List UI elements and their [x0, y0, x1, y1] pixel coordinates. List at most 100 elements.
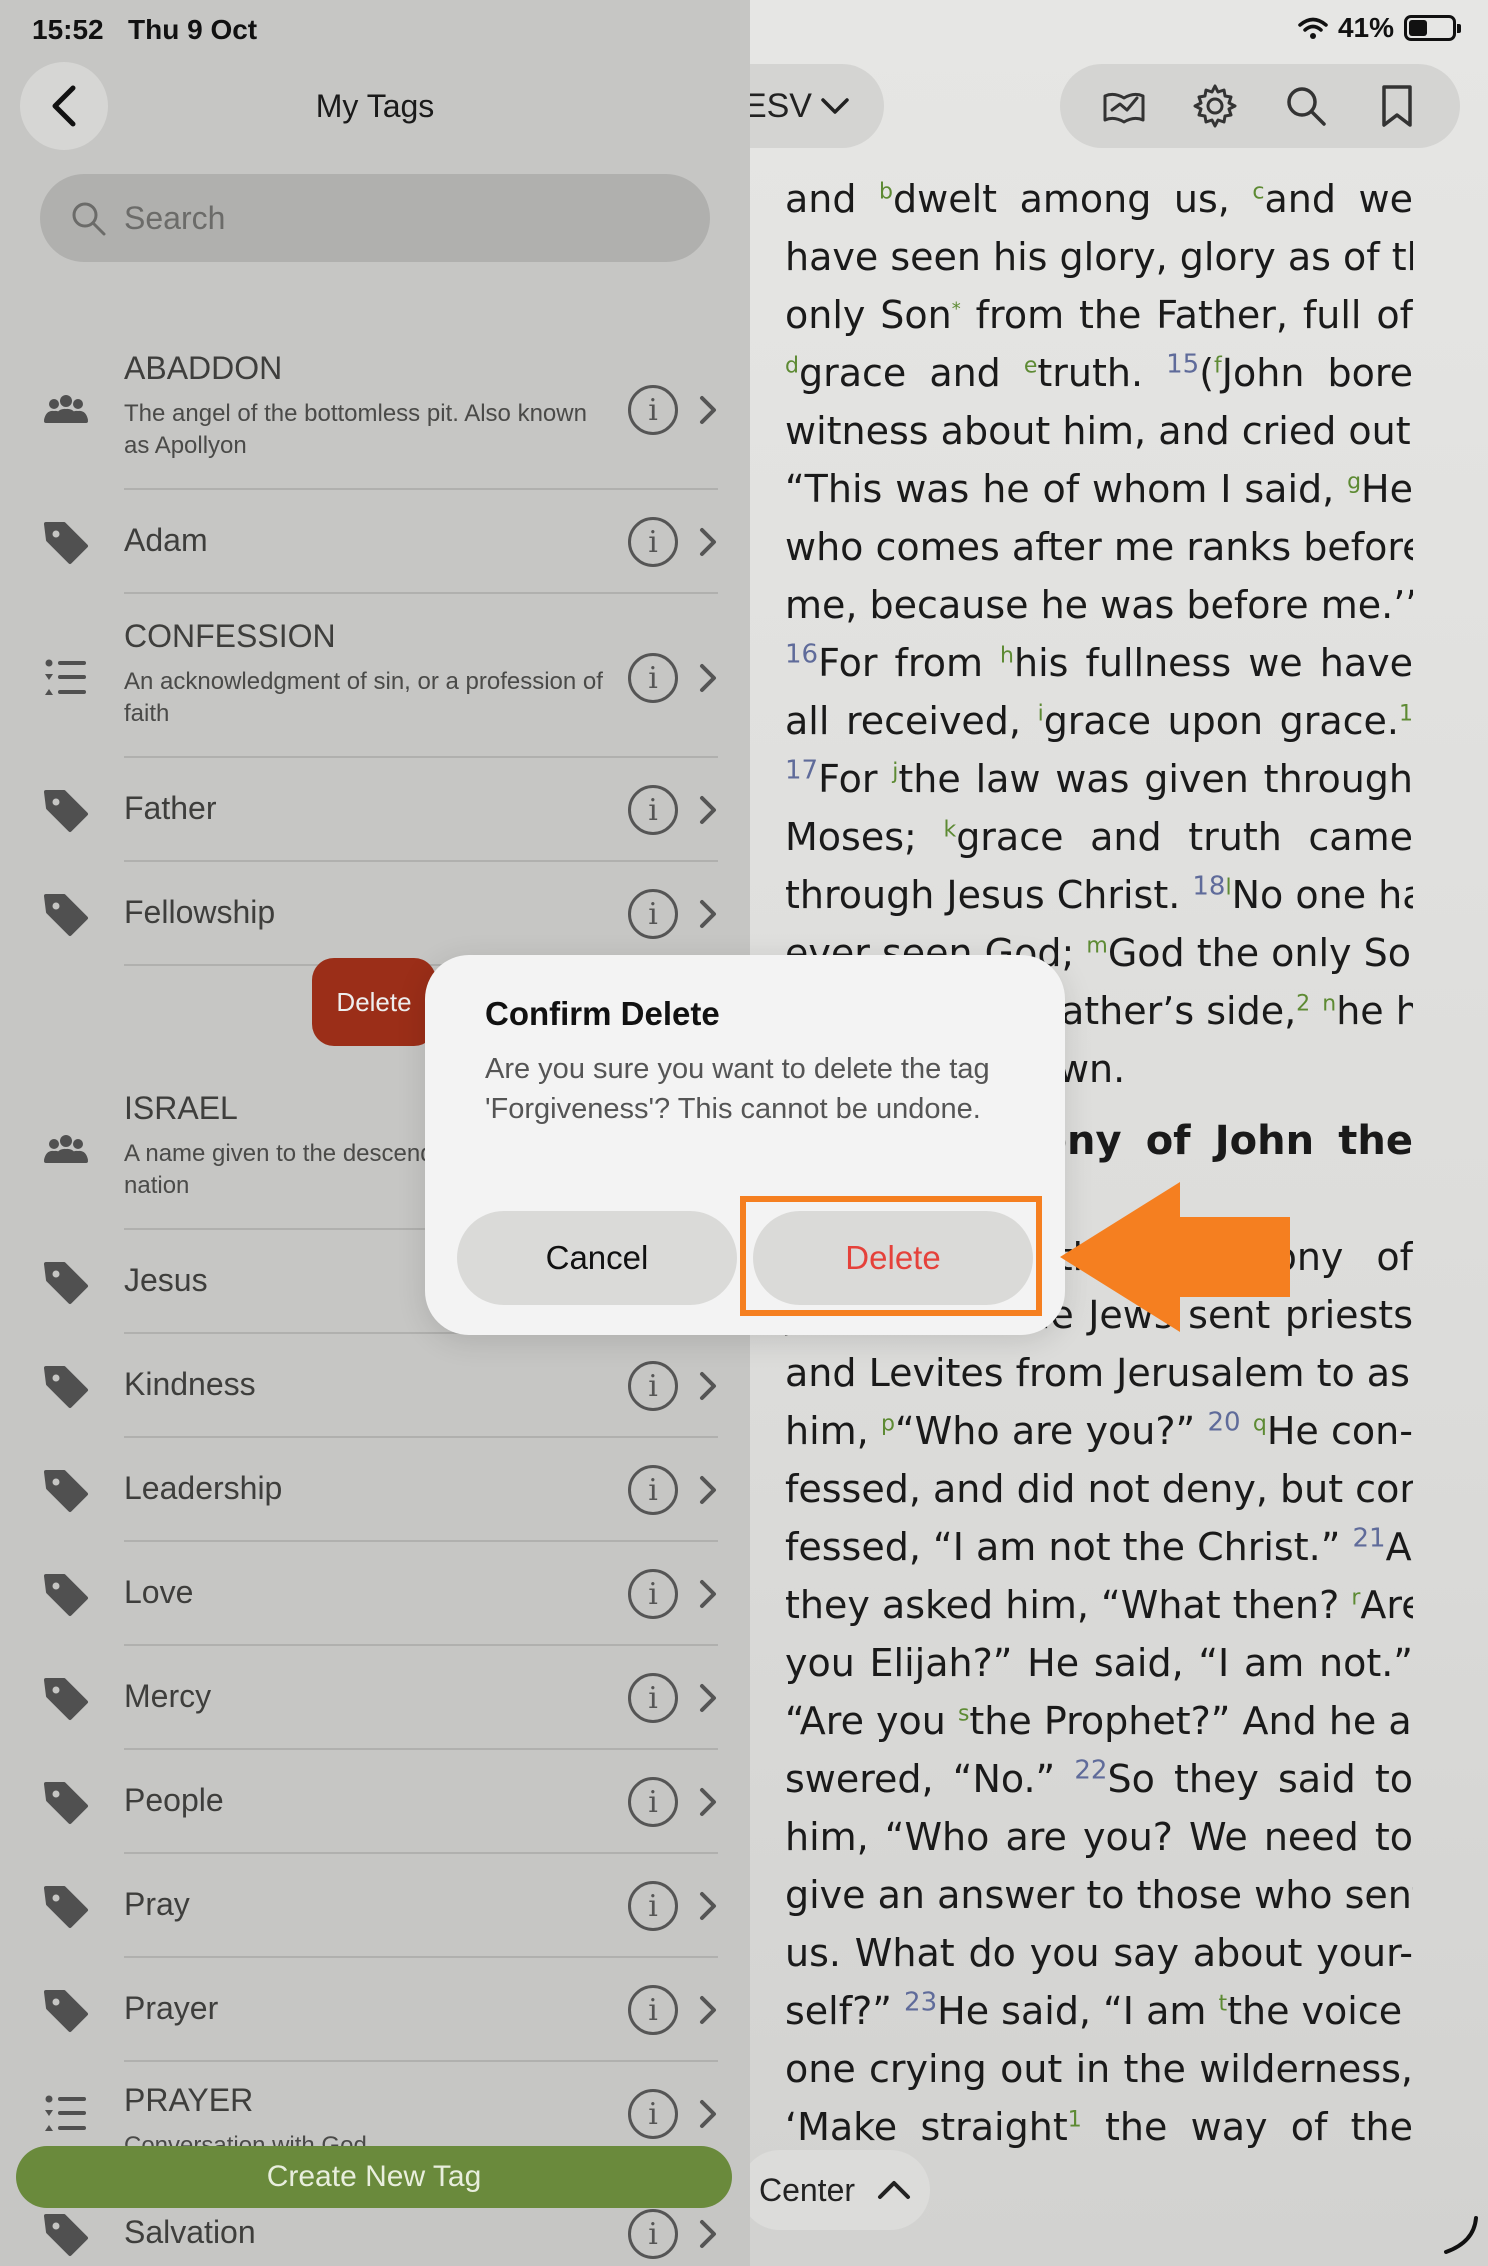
- verse-line: him, “Who are you? We need to: [785, 1815, 1413, 1859]
- info-icon[interactable]: i: [628, 1881, 678, 1931]
- verse-line: “Are you sthe Prophet?” And he an-: [785, 1699, 1413, 1743]
- verse-line: “This was he of whom I said, gHe: [785, 467, 1413, 511]
- info-icon[interactable]: i: [628, 1985, 678, 2035]
- chevron-right-icon: [700, 2100, 716, 2128]
- search-placeholder: Search: [124, 199, 226, 236]
- tag-name: Fellowship: [124, 894, 276, 930]
- tag-name: Salvation: [124, 2214, 256, 2250]
- swipe-delete-button[interactable]: Delete: [312, 958, 436, 1046]
- info-icon[interactable]: i: [628, 517, 678, 567]
- tag-icon: [40, 1880, 92, 1932]
- reading-plan-icon: [1103, 92, 1144, 124]
- verse-line: have seen his glory, glory as of the: [785, 235, 1413, 279]
- tag-icon: [40, 2208, 92, 2260]
- verse-line: through Jesus Christ. 18lNo one has: [785, 871, 1413, 917]
- bookmark-button[interactable]: [1367, 76, 1427, 136]
- search-icon: [1286, 87, 1326, 126]
- center-button[interactable]: Center: [740, 2150, 930, 2230]
- bookmark-icon: [1381, 85, 1412, 127]
- verse-line: fessed, and did not deny, but con-: [785, 1467, 1413, 1511]
- verse-line: us. What do you say about your-: [785, 1931, 1413, 1975]
- tag-row[interactable]: Pray i: [0, 1854, 750, 1958]
- info-icon[interactable]: i: [628, 653, 678, 703]
- status-time: 15:52: [32, 14, 104, 45]
- info-icon[interactable]: i: [628, 889, 678, 939]
- dialog-title: Confirm Delete: [485, 995, 720, 1032]
- tag-row[interactable]: People i: [0, 1750, 750, 1854]
- tag-row[interactable]: Love i: [0, 1542, 750, 1646]
- tag-name: Mercy: [124, 1678, 212, 1714]
- info-icon[interactable]: i: [628, 1569, 678, 1619]
- verse-line: me, because he was before me.’”): [785, 583, 1413, 627]
- tag-row[interactable]: CONFESSION An acknowledgment of sin, or a…: [0, 598, 750, 758]
- chevron-right-icon: [700, 528, 716, 556]
- info-icon[interactable]: i: [628, 785, 678, 835]
- tag-icon: [40, 1256, 92, 1308]
- list-icon: [40, 2088, 92, 2140]
- verse-line: and Levites from Jerusalem to ask: [785, 1351, 1413, 1395]
- verse-line: you Elijah?” He said, “I am not.”: [785, 1641, 1413, 1685]
- search-input[interactable]: Search: [40, 174, 710, 262]
- tag-icon: [40, 516, 92, 568]
- verse-line: self?” 23He said, “I am tthe voice of: [785, 1987, 1413, 2033]
- verse-line: they asked him, “What then? rAre: [785, 1583, 1413, 1627]
- battery-icon: [1404, 15, 1461, 41]
- tag-icon: [40, 1984, 92, 2036]
- info-icon[interactable]: i: [628, 1465, 678, 1515]
- tag-name: Pray: [124, 1886, 190, 1922]
- tag-row[interactable]: ABADDON The angel of the bottomless pit. …: [0, 330, 750, 490]
- info-icon[interactable]: i: [628, 2089, 678, 2139]
- verse-line: Moses; kgrace and truth came: [785, 815, 1413, 859]
- chevron-right-icon: [700, 900, 716, 928]
- tag-icon: [40, 888, 92, 940]
- search-button[interactable]: [1276, 76, 1336, 136]
- chevron-right-icon: [700, 1684, 716, 1712]
- chevron-right-icon: [700, 1892, 716, 1920]
- tag-icon: [40, 1672, 92, 1724]
- tag-row[interactable]: Prayer i: [0, 1958, 750, 2062]
- tag-row[interactable]: Adam i: [0, 490, 750, 594]
- tag-icon: [40, 1568, 92, 1620]
- list-icon: [40, 652, 92, 704]
- loading-spinner-icon: [1444, 2216, 1478, 2254]
- tag-icon: [40, 784, 92, 836]
- tag-row[interactable]: Fellowship i: [0, 862, 750, 966]
- people-icon: [40, 1124, 92, 1176]
- tag-name: CONFESSION: [124, 618, 336, 654]
- dialog-message: Are you sure you want to delete the tag …: [485, 1053, 990, 1125]
- tag-name: ISRAEL: [124, 1090, 238, 1126]
- chevron-up-icon: [878, 2181, 911, 2199]
- create-new-tag-button[interactable]: Create New Tag: [16, 2146, 732, 2208]
- chevron-right-icon: [700, 1580, 716, 1608]
- reader-toolbar: [1060, 64, 1460, 148]
- tag-name: Prayer: [124, 1990, 219, 2026]
- info-icon[interactable]: i: [628, 385, 678, 435]
- info-icon[interactable]: i: [628, 1361, 678, 1411]
- cancel-button[interactable]: Cancel: [457, 1211, 737, 1305]
- reading-plan-button[interactable]: [1094, 76, 1154, 136]
- verse-line: witness about him, and cried out,: [785, 409, 1413, 453]
- info-icon[interactable]: i: [628, 1673, 678, 1723]
- chevron-right-icon: [700, 2220, 716, 2248]
- tag-name: Adam: [124, 522, 208, 558]
- chevron-down-icon: [821, 98, 849, 114]
- settings-button[interactable]: [1185, 76, 1245, 136]
- tag-name: People: [124, 1782, 224, 1818]
- info-icon[interactable]: i: [628, 1777, 678, 1827]
- verse-line: ‘Make straight1 the way of the: [785, 2105, 1413, 2149]
- verse-line: give an answer to those who sent: [785, 1873, 1413, 1917]
- people-icon: [40, 384, 92, 436]
- tag-description: The angel of the bottomless pit. Also kn…: [124, 400, 587, 459]
- info-icon[interactable]: i: [628, 2209, 678, 2259]
- tag-icon: [40, 1360, 92, 1412]
- version-label: ESV: [743, 86, 812, 125]
- status-date: Thu 9 Oct: [128, 14, 258, 45]
- status-indicators: 41%: [1298, 12, 1461, 44]
- verse-line: fessed, “I am not the Christ.” 21And: [785, 1523, 1413, 1569]
- tag-row[interactable]: Kindness i: [0, 1334, 750, 1438]
- chevron-right-icon: [700, 396, 716, 424]
- tag-row[interactable]: Father i: [0, 758, 750, 862]
- tag-name: Kindness: [124, 1366, 256, 1402]
- tag-row[interactable]: Leadership i: [0, 1438, 750, 1542]
- tag-row[interactable]: Mercy i: [0, 1646, 750, 1750]
